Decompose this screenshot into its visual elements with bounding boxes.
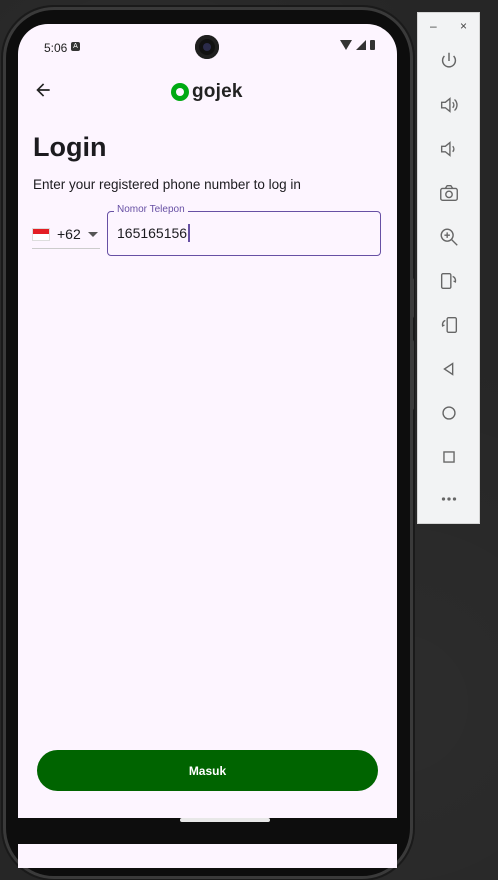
- volume-down-icon: [440, 141, 455, 157]
- wifi-icon: [340, 40, 352, 50]
- phone-number-field[interactable]: Nomor Telepon: [107, 204, 381, 256]
- notification-icon: A: [71, 42, 80, 51]
- nav-overview-button[interactable]: [433, 441, 465, 473]
- power-button[interactable]: [433, 45, 465, 77]
- phone-number-input[interactable]: [117, 223, 367, 243]
- gojek-logo: gojek: [171, 81, 243, 103]
- emulator-control-panel: – ×: [417, 12, 480, 524]
- zoom-button[interactable]: [433, 221, 465, 253]
- rotate-left-button[interactable]: [433, 265, 465, 297]
- more-options-button[interactable]: [433, 483, 465, 515]
- volume-up-button[interactable]: [433, 89, 465, 121]
- phone-side-button: [410, 278, 414, 318]
- status-time: 5:06: [44, 41, 68, 55]
- rotate-right-button[interactable]: [433, 309, 465, 341]
- app-screen: 5:06 A gojek Login Enter your registered…: [18, 24, 397, 868]
- indonesia-flag-icon: [32, 227, 50, 241]
- back-button[interactable]: [32, 80, 54, 104]
- logo-text: gojek: [192, 81, 243, 102]
- emulator-window-controls: – ×: [418, 19, 479, 35]
- more-icon: [441, 497, 457, 501]
- signal-icon: [356, 40, 366, 50]
- system-nav-bar: [18, 818, 397, 844]
- arrow-left-icon: [36, 83, 50, 97]
- gojek-logo-icon: [171, 83, 189, 101]
- battery-icon: [370, 40, 375, 50]
- volume-up-icon: [440, 97, 458, 113]
- status-bar: 5:06 A: [18, 24, 397, 70]
- home-circle-icon: [442, 406, 456, 420]
- nav-home-button[interactable]: [433, 397, 465, 429]
- screenshot-button[interactable]: [433, 177, 465, 209]
- rotate-right-icon: [441, 316, 458, 334]
- nav-back-button[interactable]: [433, 353, 465, 385]
- chevron-down-icon: [87, 231, 98, 237]
- text-cursor: [188, 224, 190, 242]
- phone-volume-button: [410, 340, 414, 410]
- page-subtitle: Enter your registered phone number to lo…: [33, 177, 301, 192]
- back-triangle-icon: [443, 362, 454, 376]
- dial-code: +62: [57, 226, 81, 242]
- phone-field-label: Nomor Telepon: [114, 204, 188, 215]
- submit-button[interactable]: Masuk: [37, 750, 378, 791]
- rotate-left-icon: [440, 272, 457, 290]
- volume-down-button[interactable]: [433, 133, 465, 165]
- front-camera: [195, 35, 219, 59]
- page-title: Login: [33, 132, 107, 162]
- status-icons: [340, 40, 375, 50]
- power-icon: [441, 52, 457, 68]
- country-code-picker[interactable]: +62: [32, 220, 100, 249]
- close-button[interactable]: ×: [460, 19, 467, 33]
- zoom-icon: [440, 228, 458, 246]
- overview-square-icon: [443, 451, 455, 463]
- camera-icon: [440, 184, 458, 202]
- home-gesture-handle[interactable]: [180, 818, 270, 822]
- minimize-button[interactable]: –: [430, 19, 437, 33]
